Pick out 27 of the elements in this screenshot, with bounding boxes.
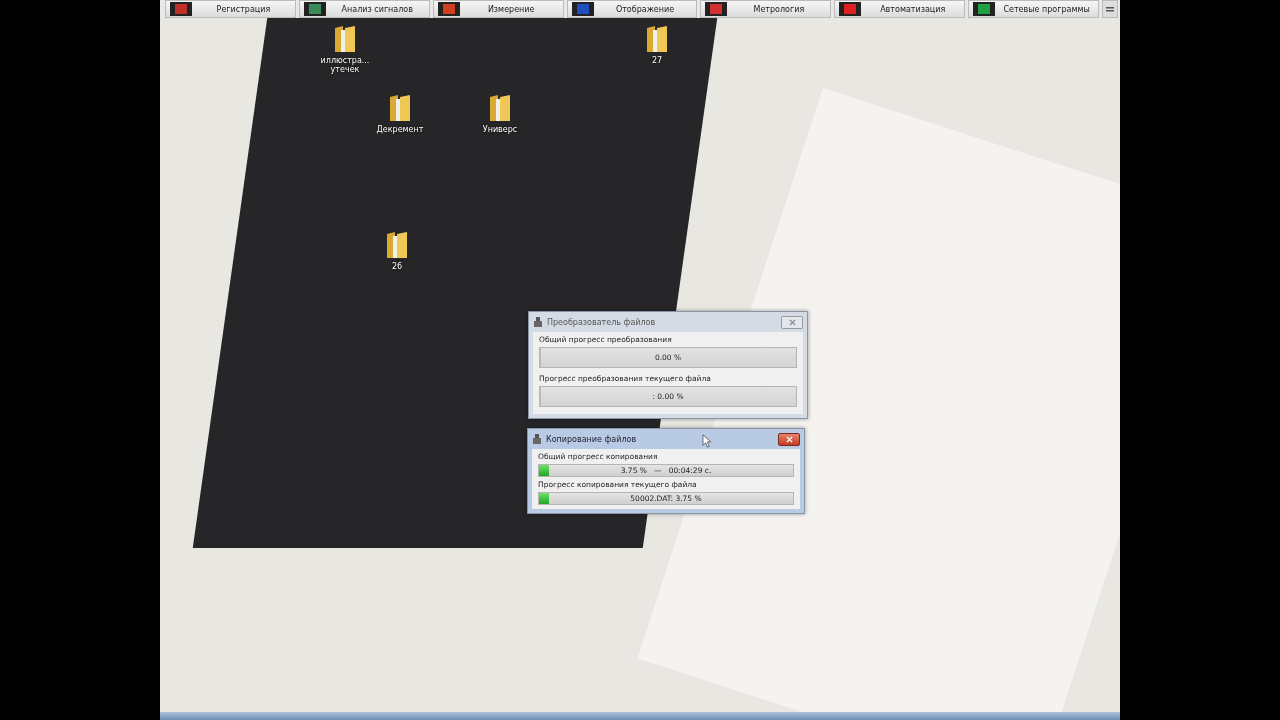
folder-label[interactable]: иллюстра... утечек: [315, 56, 375, 74]
folder-label[interactable]: 27: [651, 56, 663, 65]
toolbar-button[interactable]: Сетевые программы: [968, 0, 1099, 18]
menu-icon: [1105, 4, 1115, 14]
window-title: Преобразователь файлов: [547, 317, 656, 327]
folder-icon[interactable]: [333, 24, 357, 54]
toolbar-button[interactable]: Отображение: [566, 0, 698, 18]
app-icon: [533, 317, 543, 327]
app-icon: [532, 434, 542, 444]
folder-icon[interactable]: [488, 93, 512, 123]
close-icon: [787, 318, 797, 326]
toolbar-button[interactable]: Измерение: [432, 0, 564, 18]
close-button[interactable]: [778, 432, 800, 446]
folder-icon[interactable]: [645, 24, 669, 54]
folder-icon[interactable]: [385, 230, 409, 260]
toolbar-menu-button[interactable]: [1102, 0, 1118, 18]
folder-label[interactable]: Универс: [482, 125, 518, 134]
mouse-cursor-icon: [702, 434, 711, 448]
window-title: Копирование файлов: [546, 434, 637, 444]
folder-icon[interactable]: [388, 93, 412, 123]
toolbar-button[interactable]: Анализ сигналов: [298, 0, 430, 18]
toolbar-button[interactable]: Метрология: [700, 0, 832, 18]
folder-label[interactable]: Декремент: [376, 125, 424, 134]
toolbar-button[interactable]: Регистрация: [165, 0, 296, 18]
folder-label[interactable]: 26: [391, 262, 403, 271]
close-icon: [784, 435, 794, 443]
toolbar-button[interactable]: Автоматизация: [834, 0, 966, 18]
